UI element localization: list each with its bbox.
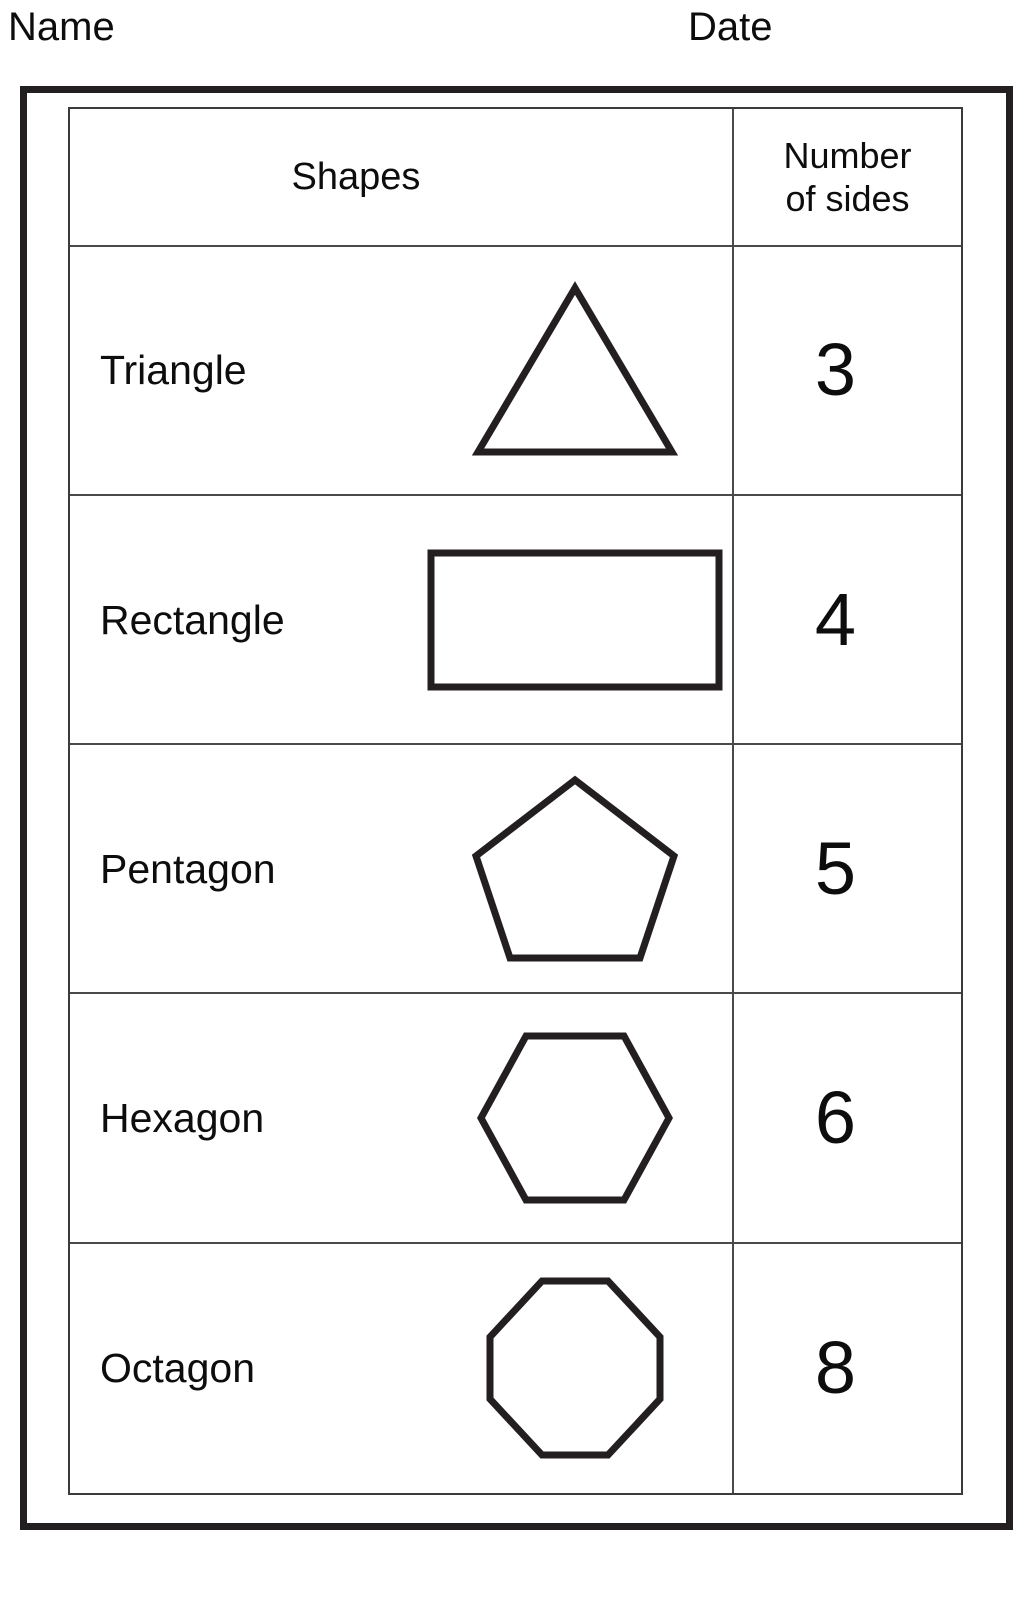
rectangle-shape — [425, 496, 725, 743]
date-label: Date — [688, 5, 773, 49]
shape-name-label: Triangle — [100, 347, 247, 394]
shape-name-label: Hexagon — [100, 1095, 265, 1142]
sides-count: 5 — [814, 826, 857, 910]
sides-count: 4 — [814, 577, 857, 661]
header-shapes-label: Shapes — [291, 155, 421, 198]
header-sides-label: Number of sides — [734, 134, 961, 220]
shape-cell: Rectangle — [70, 495, 734, 744]
triangle-shape — [425, 247, 725, 494]
sides-cell: 5 — [734, 745, 961, 992]
sides-cell: 3 — [734, 247, 961, 494]
shape-cell: Hexagon — [70, 994, 734, 1242]
shape-name-label: Rectangle — [100, 596, 285, 643]
shape-cell: Triangle — [70, 246, 734, 494]
shape-cell: Octagon — [70, 1243, 734, 1494]
table-header-row: Shapes Number of sides — [70, 109, 961, 247]
worksheet-header: Name Date — [0, 0, 1029, 62]
table-row: Pentagon 5 — [70, 745, 961, 995]
table-row: Hexagon 6 — [70, 994, 961, 1244]
table-row: Rectangle 4 — [70, 495, 961, 746]
table-row: Triangle 3 — [70, 246, 961, 496]
sides-cell: 8 — [734, 1244, 961, 1493]
sides-count: 3 — [814, 328, 857, 412]
table-row: Octagon 8 — [70, 1243, 961, 1494]
sides-cell: 4 — [734, 496, 961, 743]
octagon-shape — [425, 1244, 725, 1493]
pentagon-shape — [425, 745, 725, 992]
shape-name-label: Pentagon — [100, 845, 276, 892]
sides-count: 6 — [814, 1076, 857, 1160]
shape-name-label: Octagon — [100, 1345, 255, 1392]
sides-cell: 6 — [734, 994, 961, 1241]
header-sides-line1: Number — [783, 134, 912, 176]
name-label: Name — [8, 5, 115, 49]
sides-count: 8 — [814, 1326, 857, 1410]
hexagon-shape — [425, 994, 725, 1241]
shape-cell: Pentagon — [70, 745, 734, 993]
header-sides-line2: of sides — [785, 177, 910, 219]
header-cell-shapes: Shapes — [70, 109, 734, 245]
header-cell-sides: Number of sides — [734, 109, 961, 245]
shapes-table: Shapes Number of sides Triangle 3 Rectan… — [68, 107, 963, 1495]
